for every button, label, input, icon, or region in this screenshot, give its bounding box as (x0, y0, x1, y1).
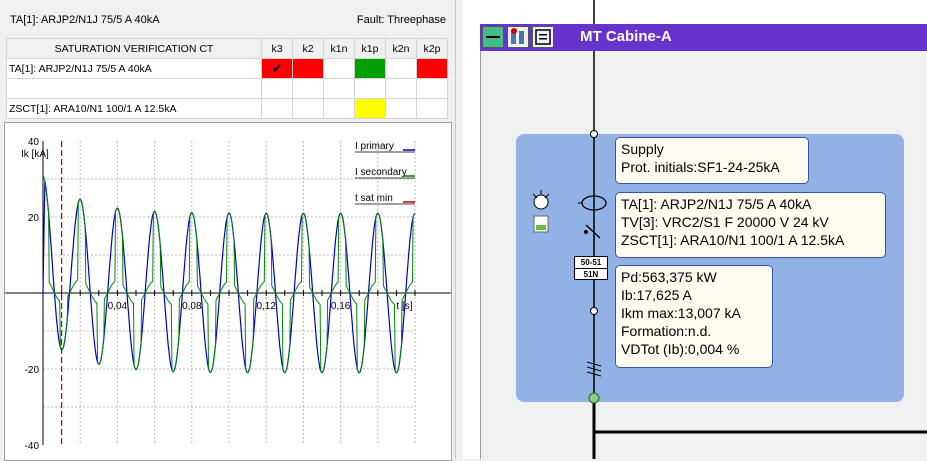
protection-code-2: 51N (575, 268, 607, 280)
load-line: Ib:17,625 A (621, 287, 692, 303)
load-label[interactable]: Pd:563,375 kW Ib:17,625 A Ikm max:13,007… (615, 265, 773, 368)
equipment-line: ZSCT[1]: ARA10/N1 100/1 A 12.5kA (621, 232, 845, 248)
load-line: VDTot (Ib):0,004 % (621, 341, 740, 357)
lightbulb-icon[interactable] (532, 190, 550, 210)
load-line: Pd:563,375 kW (621, 269, 717, 285)
supply-line: Prot. initials:SF1-24-25kA (621, 159, 780, 175)
protection-code-1: 50-51 (580, 258, 602, 267)
cable-icon[interactable] (586, 361, 602, 377)
node-icon[interactable] (590, 307, 598, 315)
load-line: Formation:n.d. (621, 323, 712, 339)
equipment-line: TA[1]: ARJP2/N1J 75/5 A 40kA (621, 196, 812, 212)
equipment-label[interactable]: TA[1]: ARJP2/N1J 75/5 A 40kA TV[3]: VRC2… (615, 192, 886, 258)
load-line: Ikm max:13,007 kA (621, 305, 741, 321)
bus-node-icon[interactable] (588, 392, 600, 404)
protection-badge[interactable]: 50-51 51N (574, 256, 608, 280)
supply-line: Supply (621, 141, 664, 157)
equipment-line: TV[3]: VRC2/S1 F 20000 V 24 kV (621, 214, 829, 230)
switch-icon[interactable] (585, 224, 601, 239)
battery-icon[interactable] (533, 215, 549, 233)
node-icon[interactable] (590, 130, 598, 138)
supply-label[interactable]: Supply Prot. initials:SF1-24-25kA (615, 137, 809, 184)
